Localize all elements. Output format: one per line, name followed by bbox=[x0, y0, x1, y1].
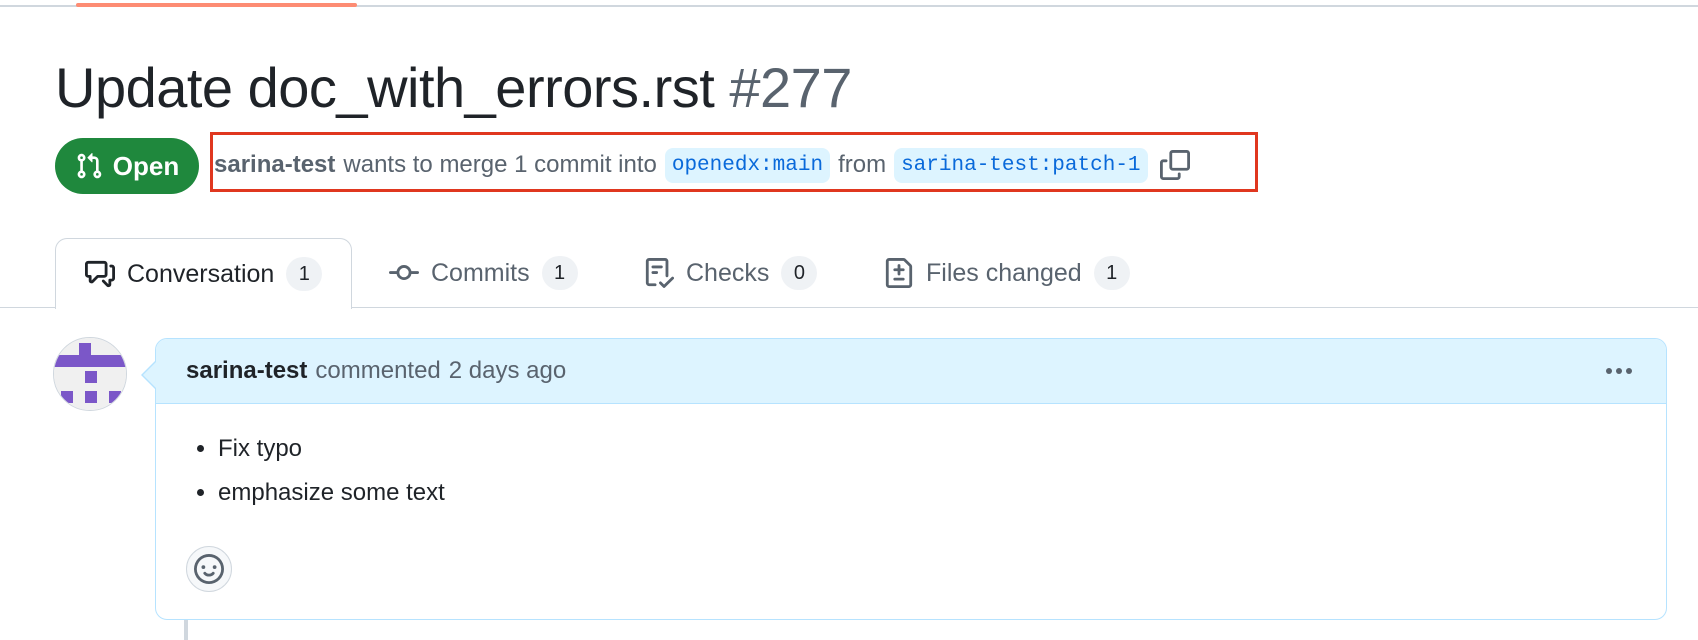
tab-label: Checks bbox=[686, 258, 770, 287]
merge-text: wants to merge 1 commit into bbox=[343, 151, 657, 178]
pr-author-link[interactable]: sarina-test bbox=[214, 151, 335, 179]
file-diff-icon bbox=[885, 258, 913, 288]
list-item: Fix typo bbox=[218, 427, 445, 471]
comment-discussion-icon bbox=[85, 260, 115, 288]
tab-counter: 0 bbox=[781, 256, 818, 290]
head-branch-link[interactable]: sarina-test:patch-1 bbox=[894, 147, 1148, 183]
tab-counter: 1 bbox=[541, 256, 578, 290]
page-title: Update doc_with_errors.rst #277 bbox=[55, 52, 852, 124]
comment-meta: sarina-test commented 2 days ago bbox=[186, 339, 566, 403]
from-text: from bbox=[838, 151, 887, 178]
tab-files-changed[interactable]: Files changed 1 bbox=[884, 238, 1130, 308]
pr-merge-summary: sarina-test wants to merge 1 commit into… bbox=[214, 138, 1190, 192]
timeline-line bbox=[184, 620, 188, 640]
tab-label: Conversation bbox=[127, 259, 275, 288]
comment-header: sarina-test commented 2 days ago bbox=[156, 339, 1666, 404]
smiley-icon bbox=[194, 554, 224, 584]
tab-label: Commits bbox=[431, 258, 530, 287]
comment-author-link[interactable]: sarina-test bbox=[186, 357, 307, 385]
copy-icon[interactable] bbox=[1159, 150, 1190, 180]
tab-conversation[interactable]: Conversation 1 bbox=[55, 238, 353, 309]
active-nav-indicator bbox=[76, 3, 357, 7]
comment-action: commented bbox=[315, 357, 441, 384]
pr-number: #277 bbox=[729, 56, 852, 119]
identicon-icon bbox=[54, 338, 126, 410]
tab-checks[interactable]: Checks 0 bbox=[644, 238, 818, 308]
tab-commits[interactable]: Commits 1 bbox=[389, 238, 578, 308]
comment-card: sarina-test commented 2 days ago Fix typ… bbox=[155, 338, 1667, 620]
state-label: Open bbox=[112, 150, 180, 181]
comment-list: Fix typo emphasize some text bbox=[186, 427, 445, 515]
base-branch-link[interactable]: openedx:main bbox=[664, 147, 831, 183]
checklist-icon bbox=[645, 258, 674, 288]
comment-pointer-fill bbox=[143, 362, 156, 388]
git-commit-icon bbox=[389, 265, 419, 281]
tab-counter: 1 bbox=[286, 257, 323, 291]
state-badge: Open bbox=[55, 138, 199, 194]
add-reaction-button[interactable] bbox=[186, 546, 232, 592]
list-item: emphasize some text bbox=[218, 471, 445, 515]
comment-body: Fix typo emphasize some text bbox=[186, 427, 445, 515]
avatar[interactable] bbox=[53, 337, 127, 411]
tab-label: Files changed bbox=[926, 258, 1082, 287]
tab-counter: 1 bbox=[1093, 256, 1130, 290]
kebab-horizontal-icon[interactable] bbox=[1602, 355, 1636, 387]
pr-title: Update doc_with_errors.rst bbox=[55, 56, 715, 119]
comment-time-link[interactable]: 2 days ago bbox=[449, 357, 566, 385]
git-pull-request-icon bbox=[77, 153, 102, 179]
